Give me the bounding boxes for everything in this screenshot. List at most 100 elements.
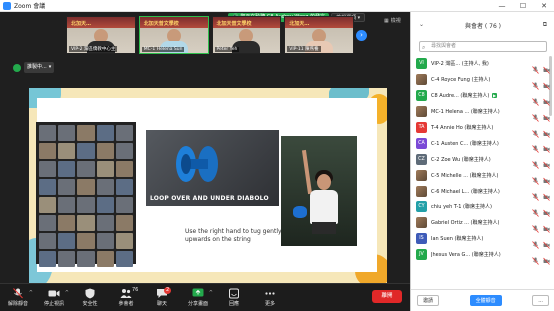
video-strip: 北加天… VIP-2 灣區僑教中心主 北加天普文學校 MC-1 Helena S… [66,16,354,54]
title-bar: Zoom 會議 — ☐ ✕ [0,0,554,12]
share-screen-button[interactable]: 分享畫面 ^ [180,285,216,311]
avatar: VI [416,58,427,70]
view-toggle[interactable]: ▦ 檢視 [384,17,401,25]
video-tile[interactable]: 北加天… VIP-11 陳燕養 [284,16,354,54]
video-off-icon[interactable] [543,202,550,217]
popout-icon[interactable]: ⧉ [543,21,547,29]
video-off-icon[interactable] [543,107,550,122]
participant-row[interactable]: Gabriel Ortiz ... (聯席主持人) [414,215,552,233]
close-button[interactable]: ✕ [538,1,550,11]
participant-row[interactable]: CY chiu yeh T-1 (聯席主持人) [414,199,552,217]
chevron-down-icon: ▾ [48,64,52,70]
chat-unread-badge: 2 [164,286,172,294]
participant-name: Gabriel Ortiz ... (聯席主持人) [431,220,500,227]
video-off-icon[interactable] [543,154,550,170]
participant-row[interactable]: C-4 Royce Fung (主持人) [414,72,552,90]
video-off-icon[interactable] [543,59,550,74]
chevron-up-icon[interactable]: ^ [29,290,33,296]
avatar [416,74,427,86]
participant-row[interactable]: C-6 Michael L... (聯席主持人) [414,183,552,201]
slide-caption: LOOP OVER AND UNDER DIABOLO [150,195,269,202]
participant-row[interactable]: IS Ian Suen (聯席主持人) [414,231,552,249]
participant-list: VI VIP-2 灣區... (主持人, 我) C-4 Royce Fung (主持… [414,56,552,265]
meeting-area: 🔊 您正在聆聽 C8 Audrey Wong 的發言 檢視選項 ▾ ▦ 檢視 北… [0,12,410,284]
tile-sign: 北加天普文學校 [143,21,179,27]
mic-muted-icon[interactable] [532,202,539,217]
screen-share-host-label[interactable]: 誰製中... ▾ [24,62,55,73]
video-off-icon[interactable] [543,234,550,249]
video-off-icon[interactable] [543,91,550,106]
mic-muted-icon[interactable] [532,170,539,185]
avatar: CY [416,201,427,213]
grid-icon: ▦ [384,17,389,24]
student-photo [281,136,357,246]
slide-instruction-text: Use the right hand to tug gently upwards… [185,228,282,243]
mic-muted-icon[interactable] [532,59,539,74]
zoom-window: Zoom 會議 — ☐ ✕ 🔊 您正在聆聽 C8 Audrey Wong 的發言… [0,0,554,311]
video-tile-active[interactable]: 北加天普文學校 MC-1 Helena Sun [138,16,209,54]
participant-count: 76 [132,286,139,293]
unmute-button[interactable]: 解除靜音 ^ [0,285,36,311]
security-button[interactable]: 安全性 [72,285,108,311]
video-off-icon[interactable] [543,123,550,138]
participant-row[interactable]: VI VIP-2 灣區... (主持人, 我) [414,56,552,74]
video-tile[interactable]: 北加天普文學校 Peter Yeh [211,16,282,54]
chevron-up-icon[interactable]: ^ [209,290,213,296]
participant-row[interactable]: CZ C-2 Zoe Wu (聯席主持人) [414,151,552,170]
more-options-button[interactable]: ... [532,295,549,306]
minimize-button[interactable]: — [496,1,508,11]
leave-meeting-button[interactable]: 離開 [372,290,402,303]
participant-row[interactable]: JV Jhesus Vera G... (聯席主持人) [414,247,552,265]
participant-row[interactable]: C-5 Michelle ... (聯席主持人) [414,167,552,186]
mic-muted-icon[interactable] [532,75,539,90]
mic-muted-icon[interactable] [532,154,539,170]
video-on-icon: ▶ [492,92,498,98]
invite-button[interactable]: 邀請 [417,295,440,306]
video-off-icon[interactable] [543,250,550,265]
mic-muted-icon[interactable] [532,91,539,106]
participant-row[interactable]: MC-1 Helena ... (聯席主持人) [414,104,552,122]
mic-muted-icon[interactable] [532,107,539,122]
mic-muted-icon[interactable] [532,218,539,233]
gallery-view-image [36,122,136,267]
more-button[interactable]: 更多 [252,285,288,311]
participant-row[interactable]: TA T-4 Annie Ho (聯席主持人) [414,120,552,138]
zoom-logo-icon [3,1,11,10]
mic-muted-icon[interactable] [532,186,539,201]
video-off-icon[interactable] [543,186,550,201]
avatar: JV [416,249,427,261]
avatar [416,217,427,229]
video-off-icon[interactable] [543,75,550,90]
tile-name: Peter Yeh [214,47,240,52]
next-page-button[interactable]: › [356,30,367,41]
avatar [416,185,427,197]
avatar: C8 [416,90,427,102]
mic-muted-icon[interactable] [532,250,539,265]
reaction-icon [229,288,239,299]
search-icon: ⌕ [422,44,426,51]
share-screen-icon [192,288,204,297]
mute-all-button[interactable]: 全體靜音 [469,295,502,306]
maximize-button[interactable]: ☐ [517,1,529,11]
mic-muted-icon[interactable] [532,123,539,138]
video-off-icon[interactable] [543,218,550,233]
participant-row[interactable]: CA C-1 Austen C... (聯席主持人) [414,135,552,154]
participants-button[interactable]: 參會者 76 [108,285,144,311]
collapse-panel-icon[interactable]: ⌄ [419,21,424,28]
video-tile[interactable]: 北加天… VIP-2 灣區僑教中心主 [66,16,136,54]
reactions-button[interactable]: 回應 [216,285,252,311]
tile-name: MC-1 Helena Sun [141,47,185,52]
participant-name: VIP-2 灣區... (主持人, 我) [431,61,489,68]
participant-search-input[interactable]: ⌕ 尋找與會者 [419,41,547,52]
chat-button[interactable]: 聊天 2 [144,285,180,311]
video-off-icon[interactable] [543,138,550,154]
stop-video-button[interactable]: 停止視訊 ^ [36,285,72,311]
mic-muted-icon[interactable] [532,234,539,249]
participants-panel: ⌄ 與會者 ( 76 ) ⧉ ⌕ 尋找與會者 VI VIP-2 灣區... (主持… [410,12,554,311]
more-icon [265,292,275,295]
mic-muted-icon[interactable] [532,138,539,154]
video-off-icon[interactable] [543,170,550,186]
participant-row[interactable]: C8 C8 Audre... (聯席主持人) ▶ [414,88,552,106]
avatar: TA [416,122,427,133]
chevron-up-icon[interactable]: ^ [65,290,69,296]
